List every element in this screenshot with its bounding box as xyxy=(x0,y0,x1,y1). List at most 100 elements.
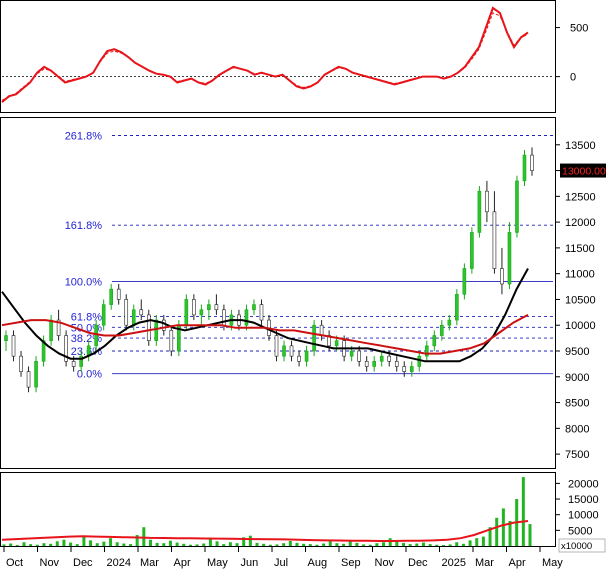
volume-bar xyxy=(168,540,172,546)
volume-bar xyxy=(49,543,53,546)
volume-bar xyxy=(475,538,479,546)
volume-bar xyxy=(9,543,13,546)
volume-bar xyxy=(55,541,59,546)
volume-bar xyxy=(195,544,199,546)
volume-bar xyxy=(455,542,459,546)
x-tick-label: Jun xyxy=(241,557,259,569)
candle-body xyxy=(139,309,144,316)
candle-body xyxy=(424,345,429,357)
price-tick-label: 11000 xyxy=(565,269,595,281)
volume-tick-label: 10000 xyxy=(568,510,599,522)
volume-bar xyxy=(215,541,219,546)
volume-bar xyxy=(69,542,73,546)
candle-body xyxy=(387,355,392,362)
volume-bar xyxy=(255,542,259,546)
candle-body xyxy=(530,154,534,171)
volume-bar xyxy=(335,543,339,546)
x-tick-label: Nov xyxy=(375,557,395,569)
candle-body xyxy=(394,361,399,367)
volume-bar xyxy=(22,542,26,546)
price-tick-label: 9000 xyxy=(565,372,589,384)
volume-bar xyxy=(501,508,505,546)
x-tick-label: Mar xyxy=(140,557,159,569)
x-tick-label: Apr xyxy=(174,557,191,569)
candle-body xyxy=(515,180,519,233)
volume-bar xyxy=(262,543,266,546)
candle-body xyxy=(71,361,76,367)
candle-body xyxy=(379,355,384,362)
candle-body xyxy=(522,154,527,182)
volume-bar xyxy=(109,538,113,546)
volume-bar xyxy=(235,543,239,546)
candle-body xyxy=(349,350,354,357)
candle-body xyxy=(26,371,31,388)
volume-bar xyxy=(282,543,286,546)
volume-bar xyxy=(122,543,126,546)
volume-bar xyxy=(435,544,439,546)
price-tick-label: 9500 xyxy=(565,346,589,358)
x-tick-label: Nov xyxy=(40,557,60,569)
candle-body xyxy=(304,350,309,362)
candle-body xyxy=(312,324,316,352)
volume-bar xyxy=(308,544,312,546)
volume-bar xyxy=(375,543,379,546)
price-tick-label: 8500 xyxy=(565,398,589,410)
x-tick-label: 2024 xyxy=(107,557,131,569)
candle-body xyxy=(432,335,437,347)
volume-bar xyxy=(448,544,452,546)
volume-bar xyxy=(29,544,33,546)
candle-body xyxy=(492,211,497,269)
candle-body xyxy=(364,361,369,367)
candle-body xyxy=(507,232,512,285)
candle-body xyxy=(417,355,422,367)
candle-body xyxy=(462,268,467,295)
candle-body xyxy=(199,309,204,316)
volume-bar xyxy=(302,543,306,546)
candle-body xyxy=(154,319,159,341)
volume-bar xyxy=(368,544,372,546)
volume-bar xyxy=(248,535,252,546)
volume-bar xyxy=(35,544,39,546)
x-tick-label: May xyxy=(207,557,228,569)
volume-bar xyxy=(461,543,465,546)
volume-bar xyxy=(162,543,166,546)
volume-bar xyxy=(102,541,106,546)
volume-bar xyxy=(75,544,79,546)
volume-bar xyxy=(441,545,445,546)
price-tick-label: 12500 xyxy=(565,191,596,203)
candle-body xyxy=(101,304,106,326)
volume-bar xyxy=(382,542,386,546)
candle-body xyxy=(485,190,489,213)
volume-bar xyxy=(342,543,346,546)
fib-level-label: 161.8% xyxy=(65,220,103,232)
volume-bar xyxy=(208,539,212,546)
volume-bar xyxy=(148,539,152,546)
volume-bar xyxy=(129,544,133,546)
candle-body xyxy=(192,299,196,316)
volume-bar xyxy=(15,545,19,546)
volume-unit-label: x10000 xyxy=(561,541,592,552)
price-tick-label: 11500 xyxy=(565,243,595,255)
x-tick-label: 2025 xyxy=(442,557,466,569)
candle-body xyxy=(184,299,189,326)
candle-body xyxy=(440,324,444,336)
volume-bar xyxy=(202,543,206,546)
volume-bar xyxy=(362,544,366,546)
volume-bar xyxy=(315,544,319,546)
volume-bar xyxy=(388,538,392,546)
candle-body xyxy=(500,268,504,285)
candle-body xyxy=(131,309,136,326)
price-tick-label: 12000 xyxy=(565,217,596,229)
x-axis: Oct Nov Dec 2024 Mar Apr May Jun Jul Aug Sep Nov Dec… xyxy=(3,547,563,569)
volume-bar xyxy=(355,542,359,546)
volume-bar xyxy=(495,517,499,546)
candle-body xyxy=(4,335,8,341)
price-tick-label: 10500 xyxy=(565,294,596,306)
volume-bar xyxy=(528,524,532,546)
volume-bar xyxy=(89,540,93,546)
candle-body xyxy=(470,232,474,269)
volume-bar xyxy=(222,544,226,546)
volume-bar xyxy=(115,542,119,546)
x-tick-label: Sep xyxy=(341,557,361,569)
volume-tick-label: 15000 xyxy=(568,494,599,506)
